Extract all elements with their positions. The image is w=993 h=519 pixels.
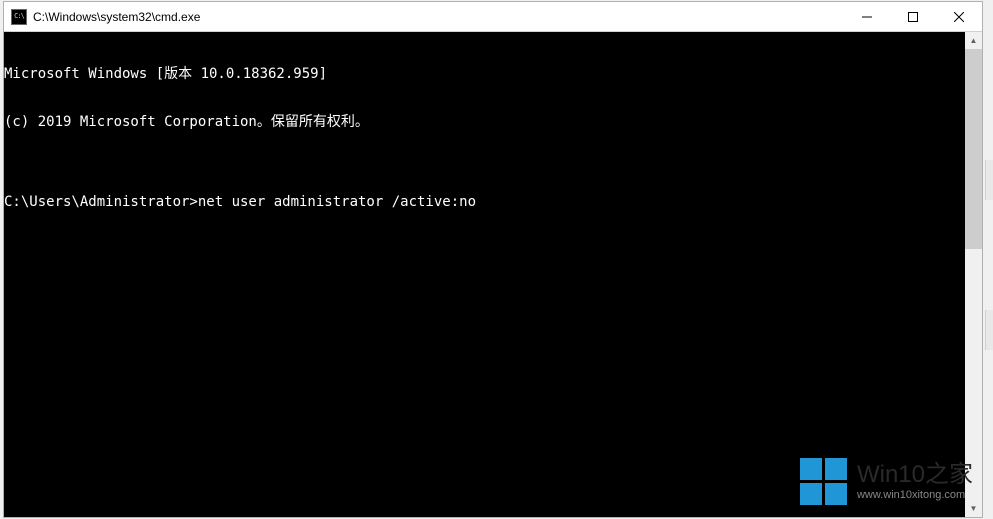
cmd-icon: C:\ [11, 9, 27, 25]
title-bar[interactable]: C:\ C:\Windows\system32\cmd.exe [4, 2, 982, 32]
terminal-line: C:\Users\Administrator>net user administ… [4, 194, 965, 210]
terminal-line: Microsoft Windows [版本 10.0.18362.959] [4, 66, 965, 82]
window-controls [844, 2, 982, 31]
maximize-button[interactable] [890, 2, 936, 31]
terminal-container: Microsoft Windows [版本 10.0.18362.959] (c… [4, 32, 982, 517]
watermark-text: Win10之家 www.win10xitong.com [857, 462, 973, 500]
close-icon [954, 12, 964, 22]
terminal-output[interactable]: Microsoft Windows [版本 10.0.18362.959] (c… [4, 32, 965, 517]
maximize-icon [908, 12, 918, 22]
background-decoration [985, 160, 993, 200]
chevron-up-icon: ▲ [970, 36, 978, 45]
window-title: C:\Windows\system32\cmd.exe [33, 10, 844, 24]
close-button[interactable] [936, 2, 982, 31]
minimize-button[interactable] [844, 2, 890, 31]
watermark-url: www.win10xitong.com [857, 489, 965, 501]
terminal-line: (c) 2019 Microsoft Corporation。保留所有权利。 [4, 114, 965, 130]
vertical-scrollbar[interactable]: ▲ ▼ [965, 32, 982, 517]
watermark-title: Win10之家 [857, 462, 973, 488]
scroll-thumb[interactable] [965, 49, 982, 249]
cmd-icon-glyph: C:\ [14, 13, 24, 20]
background-decoration [985, 310, 993, 350]
watermark: Win10之家 www.win10xitong.com [790, 452, 983, 511]
cmd-window: C:\ C:\Windows\system32\cmd.exe [3, 1, 983, 518]
windows-logo-icon [800, 458, 847, 505]
scroll-up-button[interactable]: ▲ [965, 32, 982, 49]
minimize-icon [862, 12, 872, 22]
